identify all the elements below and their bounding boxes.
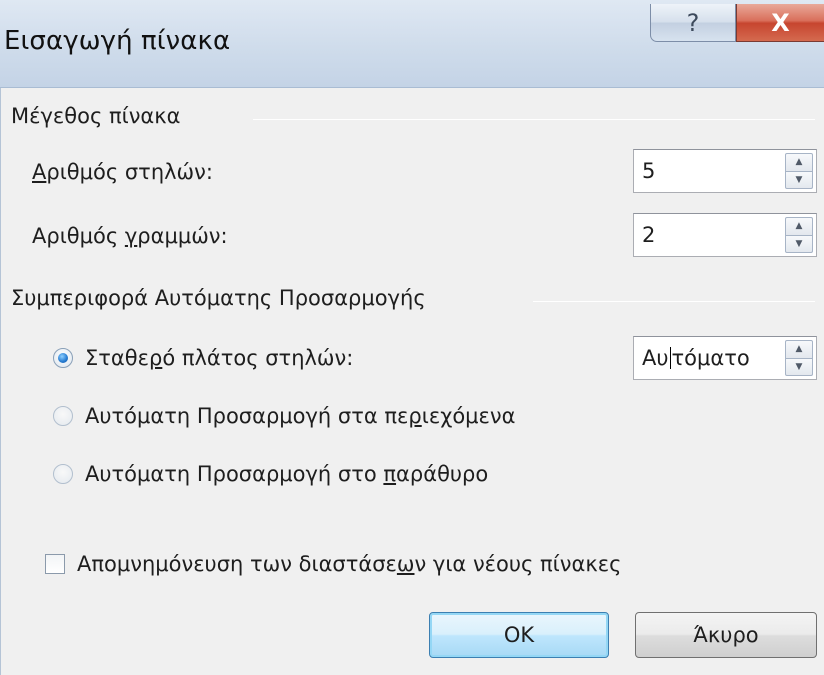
- rows-spinner[interactable]: 2 ▲ ▼: [633, 213, 817, 257]
- rows-decrement-button[interactable]: ▼: [785, 235, 813, 253]
- dialog-body: Μέγεθος πίνακα Αριθμός στηλών: 5 ▲ ▼ Αρι…: [0, 88, 824, 675]
- fixed-width-value[interactable]: Αυ τόματο: [642, 346, 750, 370]
- arrow-down-icon: ▼: [795, 174, 803, 185]
- arrow-down-icon: ▼: [795, 238, 803, 249]
- autofit-contents-radio[interactable]: [53, 406, 73, 426]
- remember-dimensions-label: Απομνημόνευση των διαστάσεων για νέους π…: [77, 552, 622, 576]
- autofit-window-option[interactable]: Αυτόματη Προσαρμογή στο παράθυρο: [53, 462, 488, 486]
- ok-label: OK: [503, 623, 535, 647]
- autofit-window-radio[interactable]: [53, 464, 73, 484]
- fixed-width-decrement-button[interactable]: ▼: [785, 358, 813, 376]
- table-size-divider: [253, 119, 815, 120]
- arrow-down-icon: ▼: [795, 361, 803, 372]
- fixed-width-increment-button[interactable]: ▲: [785, 340, 813, 359]
- cancel-button[interactable]: Άκυρο: [635, 612, 817, 658]
- fixed-width-option[interactable]: Σταθερό πλάτος στηλών:: [53, 346, 353, 370]
- autofit-header: Συμπεριφορά Αυτόματης Προσαρμογής: [11, 286, 426, 310]
- remember-dimensions-checkbox[interactable]: [45, 554, 65, 574]
- columns-spinner[interactable]: 5 ▲ ▼: [633, 149, 817, 193]
- autofit-contents-option[interactable]: Αυτόματη Προσαρμογή στα περιεχόμενα: [53, 404, 515, 428]
- columns-label: Αριθμός στηλών:: [32, 160, 213, 184]
- arrow-up-icon: ▲: [795, 344, 803, 355]
- fixed-width-spinner[interactable]: Αυ τόματο ▲ ▼: [633, 336, 817, 380]
- arrow-up-icon: ▲: [795, 221, 803, 232]
- window-title: Εισαγωγή πίνακα: [4, 26, 231, 56]
- autofit-window-label: Αυτόματη Προσαρμογή στο παράθυρο: [85, 462, 489, 486]
- remember-dimensions-option[interactable]: Απομνημόνευση των διαστάσεων για νέους π…: [45, 552, 621, 576]
- title-bar: Εισαγωγή πίνακα ? X: [0, 0, 824, 88]
- close-button[interactable]: X: [736, 4, 824, 42]
- table-size-header: Μέγεθος πίνακα: [11, 104, 181, 128]
- ok-button[interactable]: OK: [429, 612, 609, 658]
- fixed-width-label: Σταθερό πλάτος στηλών:: [85, 346, 354, 370]
- columns-value[interactable]: 5: [642, 159, 655, 183]
- rows-label: Αριθμός γραμμών:: [32, 224, 228, 248]
- help-icon: ?: [686, 8, 700, 37]
- columns-increment-button[interactable]: ▲: [785, 153, 813, 172]
- fixed-width-radio[interactable]: [53, 348, 73, 368]
- cancel-label: Άκυρο: [693, 623, 759, 647]
- close-icon: X: [771, 8, 790, 37]
- help-button[interactable]: ?: [650, 4, 736, 42]
- rows-increment-button[interactable]: ▲: [785, 217, 813, 236]
- arrow-up-icon: ▲: [795, 157, 803, 168]
- rows-value[interactable]: 2: [642, 223, 655, 247]
- text-caret: [669, 347, 671, 369]
- autofit-contents-label: Αυτόματη Προσαρμογή στα περιεχόμενα: [85, 404, 516, 428]
- columns-decrement-button[interactable]: ▼: [785, 171, 813, 189]
- autofit-divider: [533, 301, 815, 302]
